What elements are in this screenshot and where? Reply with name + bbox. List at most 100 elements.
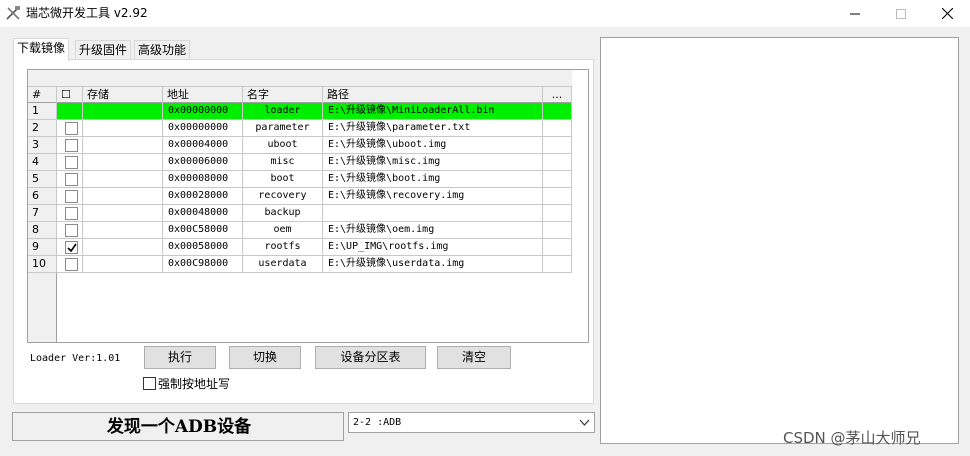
row-more[interactable] xyxy=(543,137,572,154)
row-more[interactable] xyxy=(543,256,572,273)
row-checkbox[interactable] xyxy=(65,258,78,271)
row-path[interactable]: E:\升级镜像\oem.img xyxy=(323,222,543,239)
row-more[interactable] xyxy=(543,154,572,171)
row-name[interactable]: recovery xyxy=(243,188,323,205)
row-check-cell xyxy=(57,171,83,188)
row-num: 6 xyxy=(28,188,57,205)
run-button[interactable]: 执行 xyxy=(144,346,216,369)
row-name[interactable]: rootfs xyxy=(243,239,323,256)
row-checkbox[interactable] xyxy=(65,241,78,254)
close-button[interactable] xyxy=(924,0,970,27)
row-address[interactable]: 0x00028000 xyxy=(163,188,243,205)
switch-button[interactable]: 切换 xyxy=(229,346,301,369)
row-more[interactable] xyxy=(543,222,572,239)
row-storage xyxy=(83,120,163,137)
maximize-button[interactable] xyxy=(878,0,924,27)
row-checkbox[interactable] xyxy=(65,224,78,237)
row-checkbox[interactable] xyxy=(65,190,78,203)
row-name[interactable]: uboot xyxy=(243,137,323,154)
row-check-cell xyxy=(57,256,83,273)
tab-download-image[interactable]: 下载镜像 xyxy=(13,38,70,61)
row-path[interactable]: E:\升级镜像\userdata.img xyxy=(323,256,543,273)
row-more[interactable] xyxy=(543,205,572,222)
header-num[interactable]: # xyxy=(28,87,57,103)
loader-version: Loader Ver:1.01 xyxy=(30,353,121,364)
header-path[interactable]: 路径 xyxy=(323,87,543,103)
header-check[interactable]: ☐ xyxy=(57,87,83,103)
row-path[interactable]: E:\升级镜像\parameter.txt xyxy=(323,120,543,137)
row-address[interactable]: 0x00000000 xyxy=(163,120,243,137)
tab-advanced-functions[interactable]: 高级功能 xyxy=(134,40,191,60)
row-num: 1 xyxy=(28,103,57,120)
row-more[interactable] xyxy=(543,239,572,256)
row-more[interactable] xyxy=(543,188,572,205)
row-storage xyxy=(83,256,163,273)
watermark: CSDN @茅山大师兄 xyxy=(783,429,921,447)
row-more[interactable] xyxy=(543,103,572,120)
partition-table[interactable]: # ☐ 存储 地址 名字 路径 ... 1 0x00000000 loader … xyxy=(27,69,589,343)
row-name[interactable]: backup xyxy=(243,205,323,222)
row-checkbox[interactable] xyxy=(65,173,78,186)
row-more[interactable] xyxy=(543,171,572,188)
header-address[interactable]: 地址 xyxy=(163,87,243,103)
row-address[interactable]: 0x00C98000 xyxy=(163,256,243,273)
row-more[interactable] xyxy=(543,120,572,137)
row-checkbox[interactable] xyxy=(65,122,78,135)
row-storage xyxy=(83,239,163,256)
row-address[interactable]: 0x00008000 xyxy=(163,171,243,188)
header-more[interactable]: ... xyxy=(543,87,572,103)
row-checkbox[interactable] xyxy=(65,105,78,118)
force-address-checkbox[interactable] xyxy=(143,377,156,390)
row-name[interactable]: userdata xyxy=(243,256,323,273)
clear-button[interactable]: 清空 xyxy=(437,346,511,369)
row-address[interactable]: 0x00000000 xyxy=(163,103,243,120)
row-storage xyxy=(83,154,163,171)
tab-upgrade-firmware[interactable]: 升级固件 xyxy=(75,40,132,60)
row-path[interactable]: E:\升级镜像\recovery.img xyxy=(323,188,543,205)
row-num: 2 xyxy=(28,120,57,137)
row-checkbox[interactable] xyxy=(65,156,78,169)
row-num: 5 xyxy=(28,171,57,188)
row-check-cell xyxy=(57,222,83,239)
header-name[interactable]: 名字 xyxy=(243,87,323,103)
row-address[interactable]: 0x00058000 xyxy=(163,239,243,256)
row-check-cell xyxy=(57,154,83,171)
row-name[interactable]: boot xyxy=(243,171,323,188)
row-path[interactable]: E:\升级镜像\boot.img xyxy=(323,171,543,188)
row-address[interactable]: 0x00048000 xyxy=(163,205,243,222)
row-address[interactable]: 0x00004000 xyxy=(163,137,243,154)
row-storage xyxy=(83,103,163,120)
grid-top-bar xyxy=(28,70,572,87)
row-path[interactable]: E:\升级镜像\MiniLoaderAll.bin xyxy=(323,103,543,120)
row-path[interactable]: E:\UP_IMG\rootfs.img xyxy=(323,239,543,256)
row-address[interactable]: 0x00C58000 xyxy=(163,222,243,239)
row-path[interactable]: E:\升级镜像\misc.img xyxy=(323,154,543,171)
row-name[interactable]: oem xyxy=(243,222,323,239)
row-name[interactable]: misc xyxy=(243,154,323,171)
row-checkbox[interactable] xyxy=(65,139,78,152)
device-select-value: 2-2 :ADB xyxy=(353,417,402,428)
row-name[interactable]: parameter xyxy=(243,120,323,137)
row-checkbox[interactable] xyxy=(65,207,78,220)
row-num: 3 xyxy=(28,137,57,154)
status-panel: 发现一个ADB设备 xyxy=(12,412,344,441)
title-bar: 瑞芯微开发工具 v2.92 xyxy=(0,0,970,27)
row-path[interactable] xyxy=(323,205,543,222)
row-check-cell xyxy=(57,205,83,222)
partition-table-button[interactable]: 设备分区表 xyxy=(315,346,426,369)
device-select[interactable]: 2-2 :ADB xyxy=(348,412,595,433)
row-path[interactable]: E:\升级镜像\uboot.img xyxy=(323,137,543,154)
row-name[interactable]: loader xyxy=(243,103,323,120)
log-output-panel[interactable] xyxy=(600,37,959,444)
row-check-cell xyxy=(57,137,83,154)
row-storage xyxy=(83,171,163,188)
row-check-cell xyxy=(57,188,83,205)
row-storage xyxy=(83,205,163,222)
header-storage[interactable]: 存储 xyxy=(83,87,163,103)
row-storage xyxy=(83,222,163,239)
row-storage xyxy=(83,137,163,154)
minimize-button[interactable] xyxy=(832,0,878,27)
minimize-icon xyxy=(850,9,860,19)
row-num: 7 xyxy=(28,205,57,222)
row-address[interactable]: 0x00006000 xyxy=(163,154,243,171)
